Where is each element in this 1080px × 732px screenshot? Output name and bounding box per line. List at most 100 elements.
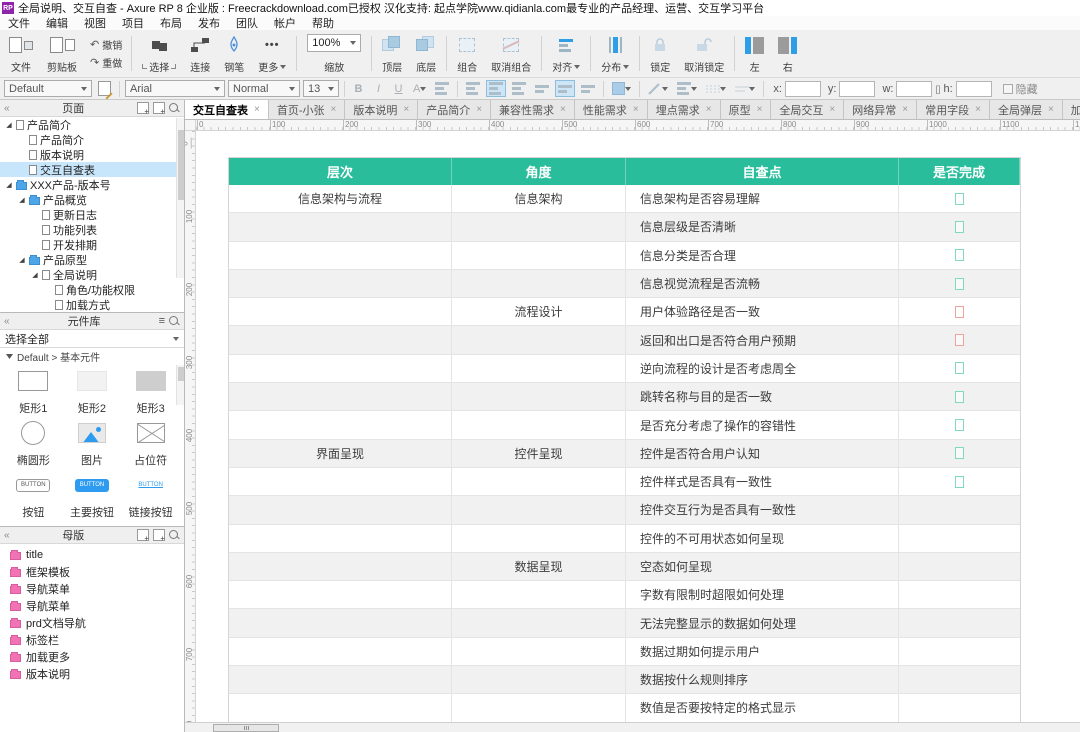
status-checkbox-green[interactable] (955, 390, 964, 403)
horizontal-scrollbar[interactable] (185, 722, 1080, 732)
tab[interactable]: 版本说明 × (345, 100, 419, 119)
page-tree-item[interactable]: ◢ 产品原型 (0, 252, 184, 267)
collapse-panel-icon[interactable]: « (4, 530, 10, 541)
align-right-button[interactable]: 右 (771, 31, 804, 76)
master-item[interactable]: 导航菜单 (0, 597, 184, 614)
hide-checkbox[interactable] (1002, 83, 1013, 94)
pages-scrollbar[interactable] (176, 118, 184, 278)
clipboard-group[interactable]: 剪贴板 (40, 31, 84, 76)
master-item[interactable]: prd文档导航 (0, 614, 184, 631)
tab[interactable]: 加载方式× (1062, 100, 1080, 119)
tab-close-icon[interactable]: × (1048, 104, 1054, 115)
master-item[interactable]: 标签栏 (0, 631, 184, 648)
design-canvas[interactable]: 层次 角度 自查点 是否完成 信息架构与流程 信息架构 信息架构是否容易理解 信息层级是否清晰… (196, 131, 1080, 722)
group-button[interactable]: 组合 (450, 31, 484, 76)
widget-item[interactable]: 占位符 (121, 418, 180, 470)
collapse-panel-icon[interactable]: « (4, 316, 10, 327)
status-checkbox-green[interactable] (955, 362, 964, 375)
tree-caret-icon[interactable]: ◢ (18, 196, 26, 204)
widget-item[interactable]: 矩形3 (121, 366, 180, 418)
status-checkbox-green[interactable] (955, 419, 964, 432)
tab[interactable]: 产品简介 × (418, 100, 492, 119)
redo-button[interactable]: ↷ 重做 (90, 55, 122, 70)
lock-button[interactable]: 锁定 (643, 31, 677, 76)
menu-item[interactable]: 帮助 (304, 15, 342, 31)
status-checkbox-green[interactable] (955, 192, 964, 205)
unlock-button[interactable]: 取消锁定 (677, 31, 731, 76)
tab[interactable]: 首页-小张 × (268, 100, 346, 119)
master-item[interactable]: 加载更多 (0, 648, 184, 665)
tab[interactable]: 网络异常 × (844, 100, 918, 119)
status-checkbox-red[interactable] (955, 305, 964, 318)
master-item[interactable]: title (0, 546, 184, 563)
bold-button[interactable]: B (350, 80, 367, 97)
style-preset-select[interactable]: Default (4, 80, 92, 97)
align-button[interactable]: 对齐 (545, 31, 587, 76)
tab-close-icon[interactable]: × (706, 104, 712, 115)
add-page-icon[interactable] (137, 102, 149, 116)
valign-bottom-button[interactable] (578, 80, 598, 97)
search-icon[interactable] (169, 315, 180, 327)
widgets-scrollbar[interactable] (176, 365, 184, 405)
menu-item[interactable]: 布局 (152, 15, 190, 31)
bring-to-front-button[interactable]: 顶层 (375, 31, 409, 76)
more-tools[interactable]: ••• 更多 (251, 31, 293, 76)
status-checkbox-green[interactable] (955, 447, 964, 460)
text-align-center-button[interactable] (486, 80, 507, 97)
menu-item[interactable]: 编辑 (38, 15, 76, 31)
select-tool[interactable]: 选择 (135, 31, 183, 76)
w-input[interactable] (896, 80, 933, 97)
send-to-back-button[interactable]: 底层 (409, 31, 443, 76)
tree-caret-icon[interactable]: ◢ (18, 256, 26, 264)
menu-item[interactable]: 帐户 (266, 15, 304, 31)
page-tree-item[interactable]: 加载方式 (0, 297, 184, 312)
add-folder-icon[interactable] (153, 529, 165, 543)
menu-item[interactable]: 视图 (76, 15, 114, 31)
tab-close-icon[interactable]: × (902, 104, 908, 115)
menu-item[interactable]: 发布 (190, 15, 228, 31)
line-width-button[interactable] (674, 80, 700, 97)
valign-middle-button[interactable] (555, 80, 576, 97)
tab-close-icon[interactable]: × (254, 104, 260, 115)
edit-style-button[interactable] (95, 80, 114, 97)
tab[interactable]: 交互自查表 × (185, 100, 269, 119)
text-align-left-button[interactable] (463, 80, 483, 97)
page-tree-item[interactable]: ◢ 产品简介 (0, 117, 184, 132)
widget-item[interactable]: BUTTON 链接按钮 (121, 470, 180, 522)
widget-item[interactable]: BUTTON 主要按钮 (63, 470, 122, 522)
valign-top-button[interactable] (532, 80, 552, 97)
zoom-select[interactable]: 100% (307, 34, 362, 52)
menu-item[interactable]: 团队 (228, 15, 266, 31)
fill-color-button[interactable] (609, 80, 634, 97)
tab-close-icon[interactable]: × (975, 104, 981, 115)
x-input[interactable] (784, 80, 821, 97)
page-tree-item[interactable]: 交互自查表 (0, 162, 184, 177)
status-checkbox-green[interactable] (955, 220, 964, 233)
tab[interactable]: 原型 × (720, 100, 772, 119)
font-size-select[interactable]: 13 (303, 80, 339, 97)
line-spacing-button[interactable] (432, 80, 452, 97)
master-item[interactable]: 版本说明 (0, 665, 184, 682)
add-master-icon[interactable] (137, 529, 149, 543)
tab-close-icon[interactable]: × (331, 104, 337, 115)
tab[interactable]: 兼容性需求 × (491, 100, 575, 119)
y-input[interactable] (839, 80, 876, 97)
arrow-style-button[interactable] (732, 80, 758, 97)
text-align-right-button[interactable] (509, 80, 529, 97)
widget-item[interactable]: 矩形1 (4, 366, 63, 418)
page-tree-item[interactable]: 开发排期 (0, 237, 184, 252)
page-tree-item[interactable]: 功能列表 (0, 222, 184, 237)
add-folder-icon[interactable] (153, 102, 165, 116)
master-item[interactable]: 框架模板 (0, 563, 184, 580)
line-style-button[interactable] (703, 80, 729, 97)
tab-close-icon[interactable]: × (560, 104, 566, 115)
h-input[interactable] (955, 80, 992, 97)
search-icon[interactable] (169, 102, 180, 114)
status-checkbox-green[interactable] (955, 277, 964, 290)
widget-item[interactable]: 图片 (63, 418, 122, 470)
widget-section-row[interactable]: Default > 基本元件 (0, 348, 184, 364)
tree-caret-icon[interactable]: ◢ (31, 271, 39, 279)
tab[interactable]: 性能需求 × (574, 100, 648, 119)
collapse-panel-icon[interactable]: « (4, 103, 10, 114)
page-tree-item[interactable]: 角色/功能权限 (0, 282, 184, 297)
